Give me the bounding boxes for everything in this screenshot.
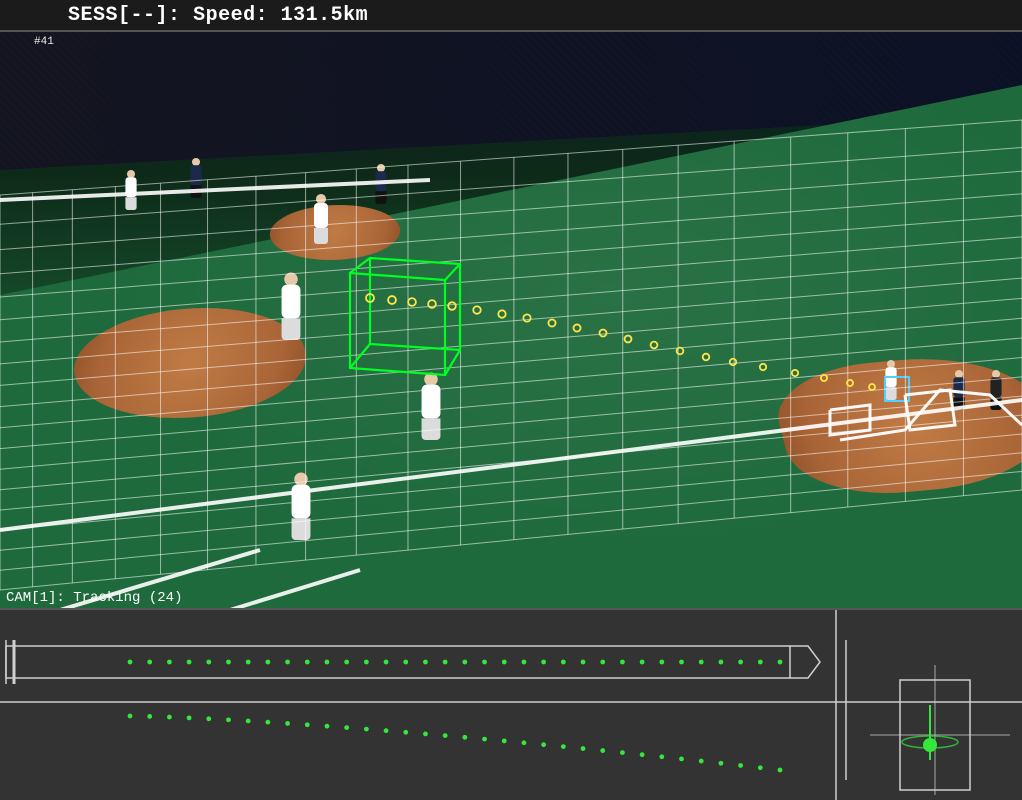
camera-status: CAM[1]: Tracking (24): [6, 590, 182, 606]
cam-state: Tracking: [73, 590, 140, 606]
cam-suffix: ]:: [48, 590, 73, 606]
schematic-overlay: [0, 610, 1022, 800]
cam-id: 1: [40, 590, 48, 606]
home-plate-marker: [884, 376, 910, 402]
outfielder-left: [122, 170, 140, 210]
speed-unit: km: [343, 4, 368, 27]
speed-value: 131.5: [281, 4, 344, 27]
frame-number-value: 41: [41, 36, 54, 48]
umpire-field: [187, 158, 205, 198]
session-suffix: ]:: [156, 4, 194, 27]
frame-number: #41: [34, 36, 54, 48]
cam-prefix: CAM[: [6, 590, 40, 606]
frame-number-prefix: #: [34, 36, 41, 48]
outfielder-center: [372, 164, 390, 204]
session-prefix: SESS[: [68, 4, 131, 27]
trajectory-schematic-panel[interactable]: [0, 610, 1022, 800]
cam-count: 24: [157, 590, 174, 606]
tracking-video-panel[interactable]: #41 CAM[1]: Tracking (24): [0, 30, 1022, 610]
session-id: --: [131, 4, 156, 27]
speed-label: Speed:: [193, 4, 281, 27]
status-bar: SESS[--]: Speed: 131.5km: [0, 0, 1022, 30]
